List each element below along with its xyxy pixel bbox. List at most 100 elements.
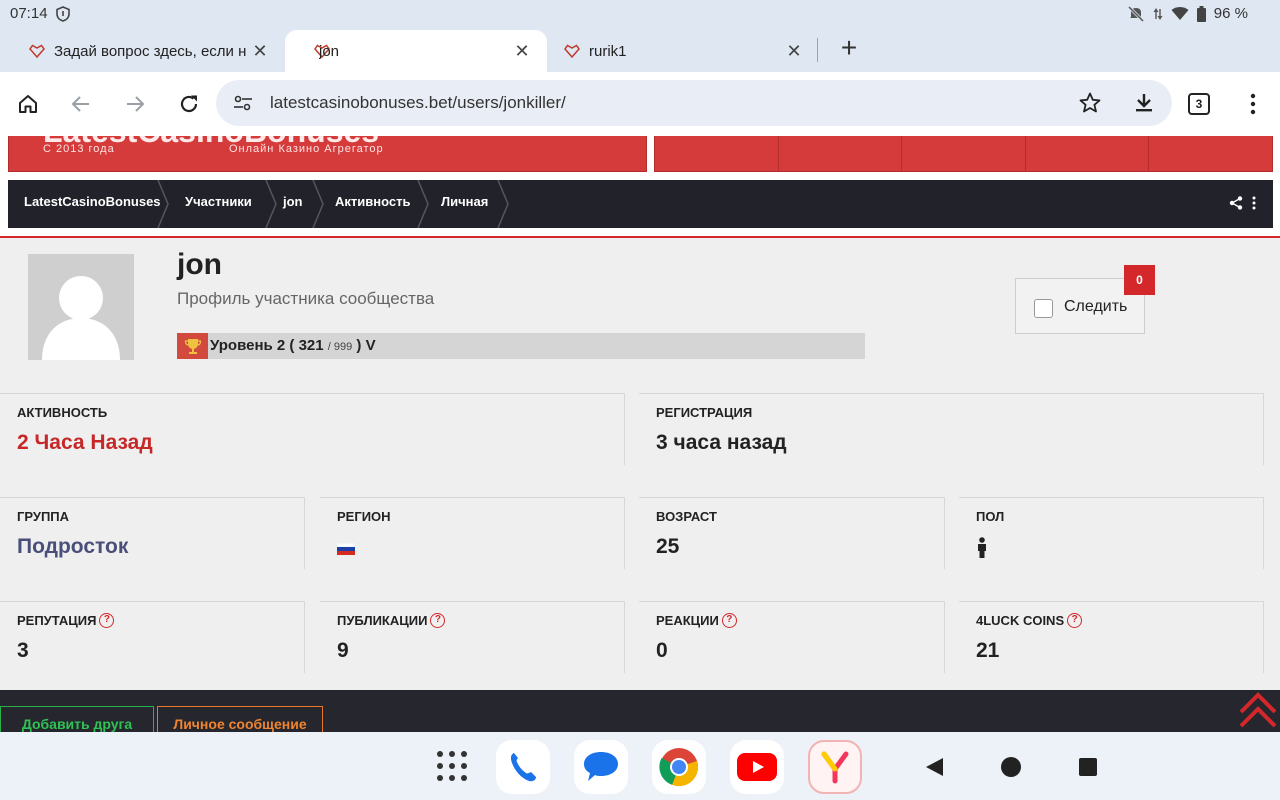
nav-item[interactable] [655,136,779,171]
bookmark-star-icon[interactable] [1078,91,1102,115]
default-avatar-icon [42,276,120,360]
stat-region: РЕГИОН [320,497,625,569]
stat-coins: 4LUCK COINS ? 21 [959,601,1264,673]
home-icon[interactable] [12,88,44,120]
more-menu-icon[interactable] [1244,92,1262,116]
help-icon[interactable]: ? [430,613,446,628]
nav-item[interactable] [779,136,903,171]
level-label: Уровень 2 ( [210,337,295,354]
nav-item[interactable] [1026,136,1150,171]
profile-header: jon Профиль участника сообщества Уровень… [0,236,1280,732]
tab-separator [817,38,818,62]
stat-label: ГРУППА [17,509,70,524]
tab-close-icon[interactable]: ✕ [511,40,533,62]
status-bar: 07:14 96 % [0,0,1280,28]
breadcrumb-item[interactable]: Личная [441,180,488,228]
site-settings-icon[interactable] [232,92,254,114]
apps-grid-icon[interactable] [436,750,468,782]
breadcrumb-item[interactable]: Активность [335,180,410,228]
help-icon[interactable]: ? [721,613,737,628]
stat-label: РЕПУТАЦИЯ ? [17,613,115,628]
stat-reputation: РЕПУТАЦИЯ ? 3 [0,601,305,673]
stat-group: ГРУППА Подросток [0,497,305,569]
site-favicon-icon [28,42,46,60]
stat-label: 4LUCK COINS ? [976,613,1083,628]
stat-label: ВОЗРАСТ [656,509,717,524]
help-icon[interactable]: ? [99,613,115,628]
stat-value: 3 часа назад [656,431,787,454]
back-arrow-icon[interactable] [65,88,97,120]
forward-arrow-icon[interactable] [119,88,151,120]
add-friend-button[interactable]: Добавить друга [0,706,154,732]
chrome-icon[interactable] [652,740,706,794]
share-icon[interactable] [1229,196,1243,210]
follow-checkbox[interactable] [1034,299,1053,318]
level-progress-bar[interactable]: Уровень 2 ( 321 / 999 ) V [177,333,865,359]
tab-close-icon[interactable]: ✕ [249,40,271,62]
tab-rurik1[interactable]: rurik1 ✕ [547,30,817,72]
stat-age: ВОЗРАСТ 25 [639,497,945,569]
tab-jon[interactable]: jon ✕ [285,30,547,72]
yandex-browser-icon[interactable] [808,740,862,794]
russia-flag-icon [337,543,355,555]
breadcrumb-separator [312,180,324,228]
stat-label: РЕГИОН [337,509,391,524]
breadcrumb-item[interactable]: Участники [185,180,252,228]
profile-name: jon [177,248,222,281]
tab-title: rurik1 [589,42,627,60]
tab-close-icon[interactable]: ✕ [783,40,805,62]
stat-value: 25 [656,535,680,558]
breadcrumb-separator [265,180,277,228]
stat-registration: РЕГИСТРАЦИЯ 3 часа назад [639,393,1264,465]
stat-reactions: РЕАКЦИИ ? 0 [639,601,945,673]
stat-value[interactable]: Подросток [17,535,128,559]
phone-icon[interactable] [496,740,550,794]
back-nav-icon[interactable] [924,756,946,778]
stat-activity: АКТИВНОСТЬ 2 Часа Назад [0,393,625,465]
recents-nav-icon[interactable] [1077,756,1099,778]
avatar[interactable] [28,254,134,360]
stat-posts: ПУБЛИКАЦИИ ? 9 [320,601,625,673]
tab-switcher-button[interactable]: 3 [1188,93,1210,115]
follow-count-badge: 0 [1124,265,1155,295]
profile-subtitle: Профиль участника сообщества [177,289,435,308]
address-bar[interactable]: latestcasinobonuses.bet/users/jonkiller/ [216,80,1172,126]
breadcrumb-item[interactable]: LatestCasinoBonuses [24,180,161,228]
new-tab-button[interactable]: + [836,34,862,64]
download-icon[interactable] [1132,91,1156,115]
private-message-button[interactable]: Личное сообщение [157,706,323,732]
stat-gender: ПОЛ [959,497,1264,569]
breadcrumb-menu-icon[interactable] [1251,196,1257,210]
shield-icon [56,6,70,22]
breadcrumb-separator [417,180,429,228]
stat-value: 9 [337,639,349,662]
site-logo[interactable]: LatestCasinoBonuses С 2013 года Онлайн К… [8,136,647,172]
stat-label: АКТИВНОСТЬ [17,405,108,420]
battery-percent: 96 % [1213,5,1248,22]
mute-icon [1127,5,1144,22]
youtube-icon[interactable] [730,740,784,794]
url-text[interactable]: latestcasinobonuses.bet/users/jonkiller/ [270,93,566,113]
tab-question[interactable]: Задай вопрос здесь, если н ✕ [0,30,285,72]
web-page: LatestCasinoBonuses С 2013 года Онлайн К… [0,136,1280,732]
tab-title: Задай вопрос здесь, если н [54,42,247,60]
stat-value: 0 [656,639,668,662]
reload-icon[interactable] [173,88,205,120]
home-nav-icon[interactable] [1000,756,1022,778]
logo-tagline: Онлайн Казино Агрегатор [229,143,384,155]
breadcrumb-item[interactable]: jon [283,180,303,228]
nav-item[interactable]: р [1149,136,1272,171]
nav-item[interactable]: у [902,136,1026,171]
status-icons: 96 % [1127,5,1248,22]
wifi-icon [1171,7,1189,20]
level-points: 321 [298,337,324,354]
stat-label: РЕАКЦИИ ? [656,613,737,628]
level-max: / 999 [327,341,353,353]
messages-icon[interactable] [574,740,628,794]
stat-value: 21 [976,639,1000,662]
help-icon[interactable]: ? [1067,613,1083,628]
logo-since: С 2013 года [43,143,115,155]
scroll-to-top-icon[interactable] [1238,688,1278,730]
stat-label: ПОЛ [976,509,1005,524]
status-time: 07:14 [10,5,48,22]
